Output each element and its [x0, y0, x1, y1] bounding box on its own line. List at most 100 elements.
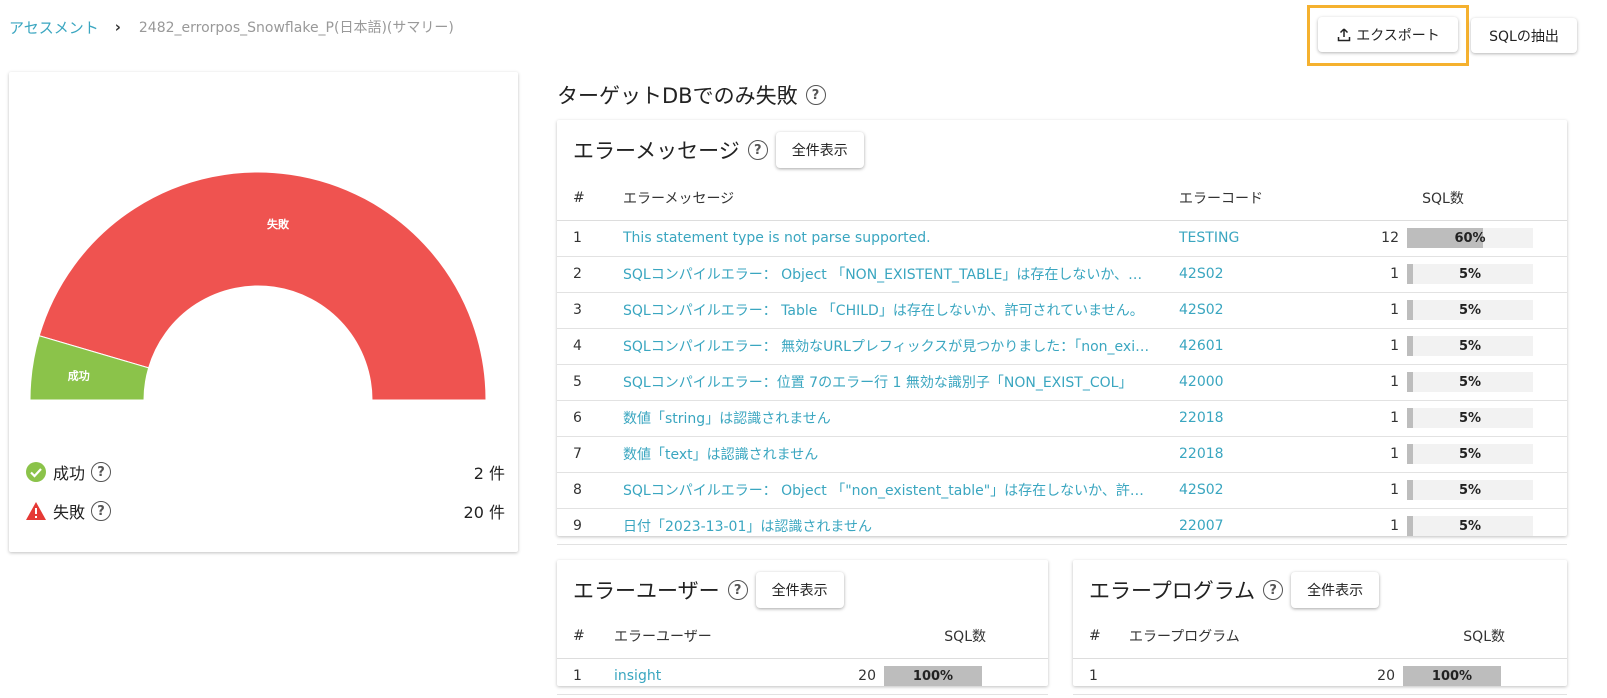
sql-percent-label: 5%	[1458, 266, 1482, 282]
error-code-link[interactable]: 42000	[1179, 364, 1359, 401]
table-header-row: # エラーメッセージ エラーコード SQL数	[557, 176, 1567, 221]
sql-percent-bar: 5%	[1407, 300, 1533, 320]
error-message-link[interactable]: 数値「string」は認識されません	[623, 408, 1153, 428]
sql-count-cell: 1 5%	[1359, 480, 1551, 500]
help-icon[interactable]: ?	[91, 501, 112, 521]
error-message-link[interactable]: SQLコンパイルエラー：位置 7のエラー行 1 無効な識別子「NON_EXIST…	[623, 372, 1153, 392]
error-message-link[interactable]: SQLコンパイルエラー： Table 「CHILD」は存在しないか、許可されてい…	[623, 300, 1153, 320]
gauge-failure-label: 失敗	[267, 217, 290, 231]
column-header-num: #	[1073, 614, 1129, 659]
sql-percent-label: 5%	[1458, 338, 1482, 354]
target-db-title-text: ターゲットDBでのみ失敗	[557, 84, 798, 108]
sql-count-value: 1	[1390, 338, 1399, 354]
sql-percent-label: 60%	[1454, 230, 1486, 246]
error-users-card: エラーユーザー ? 全件表示 # エラーユーザー SQL数 1 insight 20…	[557, 560, 1048, 695]
row-num: 1	[557, 658, 614, 695]
help-icon[interactable]: ?	[805, 85, 826, 105]
help-icon[interactable]: ?	[727, 580, 748, 600]
check-circle-icon	[26, 462, 46, 482]
error-code-link[interactable]: 22018	[1179, 436, 1359, 473]
table-row: 1 This statement type is not parse suppor…	[557, 220, 1567, 257]
error-message-link[interactable]: SQLコンパイルエラー： 無効なURLプレフィックスが見つかりました：「non_…	[623, 336, 1153, 356]
legend-success-row: 成功 ? 2 件	[25, 458, 505, 486]
table-row: 5 SQLコンパイルエラー：位置 7のエラー行 1 無効な識別子「NON_EXIS…	[557, 364, 1567, 401]
table-row: 8 SQLコンパイルエラー： Object 「"non_existent_tabl…	[557, 472, 1567, 509]
export-button[interactable]: エクスポート	[1318, 17, 1458, 52]
breadcrumb-assessment-link[interactable]: アセスメント	[9, 17, 99, 38]
chevron-right-icon: ›	[114, 18, 121, 36]
sql-percent-label: 100%	[912, 668, 954, 684]
sql-percent-bar: 60%	[1407, 228, 1533, 248]
error-message-link[interactable]: 日付「2023-13-01」は認識されません	[623, 516, 1153, 536]
error-code-link[interactable]: 22007	[1179, 508, 1359, 545]
sql-count-cell: 1 5%	[1359, 336, 1551, 356]
error-code-link[interactable]: 42S02	[1179, 472, 1359, 509]
help-icon[interactable]: ?	[91, 462, 112, 482]
error-message-link[interactable]: 数値「text」は認識されません	[623, 444, 1153, 464]
row-num: 3	[557, 292, 623, 329]
row-num: 4	[557, 328, 623, 365]
sql-percent-label: 5%	[1458, 446, 1482, 462]
sql-count-cell: 1 5%	[1359, 444, 1551, 464]
sql-count-cell: 20 100%	[836, 666, 1032, 686]
sql-percent-bar: 5%	[1407, 444, 1533, 464]
sql-count-cell: 1 5%	[1359, 408, 1551, 428]
breadcrumb-current: 2482_errorpos_Snowflake_P(日本語)(サマリー)	[138, 20, 454, 36]
error-code-link[interactable]: 22018	[1179, 400, 1359, 437]
sql-count-cell: 20 100%	[1355, 666, 1551, 686]
sql-percent-bar: 5%	[1407, 480, 1533, 500]
legend-success-label: 成功	[53, 464, 86, 483]
error-code-link[interactable]: TESTING	[1179, 220, 1359, 257]
sql-extract-button-label: SQLの抽出	[1489, 28, 1559, 45]
error-users-show-all-button[interactable]: 全件表示	[755, 572, 844, 608]
sql-count-cell: 1 5%	[1359, 264, 1551, 284]
help-icon[interactable]: ?	[747, 140, 768, 160]
row-num: 1	[557, 220, 623, 257]
error-message-link[interactable]: SQLコンパイルエラー： Object 「"non_existent_table…	[623, 480, 1153, 500]
error-messages-title-text: エラーメッセージ	[573, 139, 740, 163]
error-message-link[interactable]: SQLコンパイルエラー： Object 「NON_EXISTENT_TABLE」…	[623, 264, 1153, 284]
error-messages-show-all-button[interactable]: 全件表示	[775, 132, 864, 168]
error-user-link[interactable]: insight	[614, 658, 836, 695]
legend-success-count: 2 件	[473, 464, 505, 483]
result-gauge-chart: 失敗 成功	[29, 171, 487, 401]
sql-percent-label: 5%	[1458, 302, 1482, 318]
table-header-row: # エラープログラム SQL数	[1073, 614, 1567, 659]
sql-percent-label: 5%	[1458, 410, 1482, 426]
row-num: 6	[557, 400, 623, 437]
summary-card: 失敗 成功 成功 ? 2 件 失敗 ? 20 件	[9, 72, 518, 552]
help-icon[interactable]: ?	[1263, 580, 1284, 600]
error-message-link[interactable]: This statement type is not parse support…	[623, 230, 1153, 246]
column-header-message: エラーメッセージ	[623, 176, 1179, 221]
sql-count-cell: 1 5%	[1359, 372, 1551, 392]
error-messages-card: エラーメッセージ ? 全件表示 # エラーメッセージ エラーコード SQL数 1…	[557, 120, 1567, 545]
error-code-link[interactable]: 42601	[1179, 328, 1359, 365]
row-num: 8	[557, 472, 623, 509]
error-code-link[interactable]: 42S02	[1179, 256, 1359, 293]
error-programs-title-text: エラープログラム	[1089, 579, 1256, 603]
column-header-user: エラーユーザー	[614, 614, 836, 659]
error-users-title-text: エラーユーザー	[573, 579, 720, 603]
sql-percent-bar: 5%	[1407, 516, 1533, 536]
error-code-link[interactable]: 42S02	[1179, 292, 1359, 329]
error-programs-show-all-button[interactable]: 全件表示	[1291, 572, 1380, 608]
export-button-label: エクスポート	[1356, 27, 1440, 44]
sql-count-value: 1	[1390, 266, 1399, 282]
table-row: 9 日付「2023-13-01」は認識されません 22007 1 5%	[557, 508, 1567, 545]
legend-failure-row: 失敗 ? 20 件	[25, 497, 505, 525]
sql-count-value: 1	[1390, 374, 1399, 390]
error-program-link[interactable]	[1129, 658, 1355, 695]
sql-count-cell: 1 5%	[1359, 300, 1551, 320]
sql-percent-bar: 5%	[1407, 264, 1533, 284]
row-num: 5	[557, 364, 623, 401]
legend-failure-label: 失敗	[53, 503, 86, 522]
error-programs-card-title: エラープログラム ? 全件表示	[1089, 572, 1380, 608]
sql-percent-label: 5%	[1458, 482, 1482, 498]
table-row: 3 SQLコンパイルエラー： Table 「CHILD」は存在しないか、許可されて…	[557, 292, 1567, 329]
sql-percent-bar: 5%	[1407, 408, 1533, 428]
target-db-section-title: ターゲットDBでのみ失敗 ?	[557, 80, 826, 110]
column-header-num: #	[557, 176, 623, 221]
sql-extract-button[interactable]: SQLの抽出	[1471, 18, 1577, 53]
sql-count-cell: 12 60%	[1359, 228, 1551, 248]
error-users-card-title: エラーユーザー ? 全件表示	[573, 572, 844, 608]
